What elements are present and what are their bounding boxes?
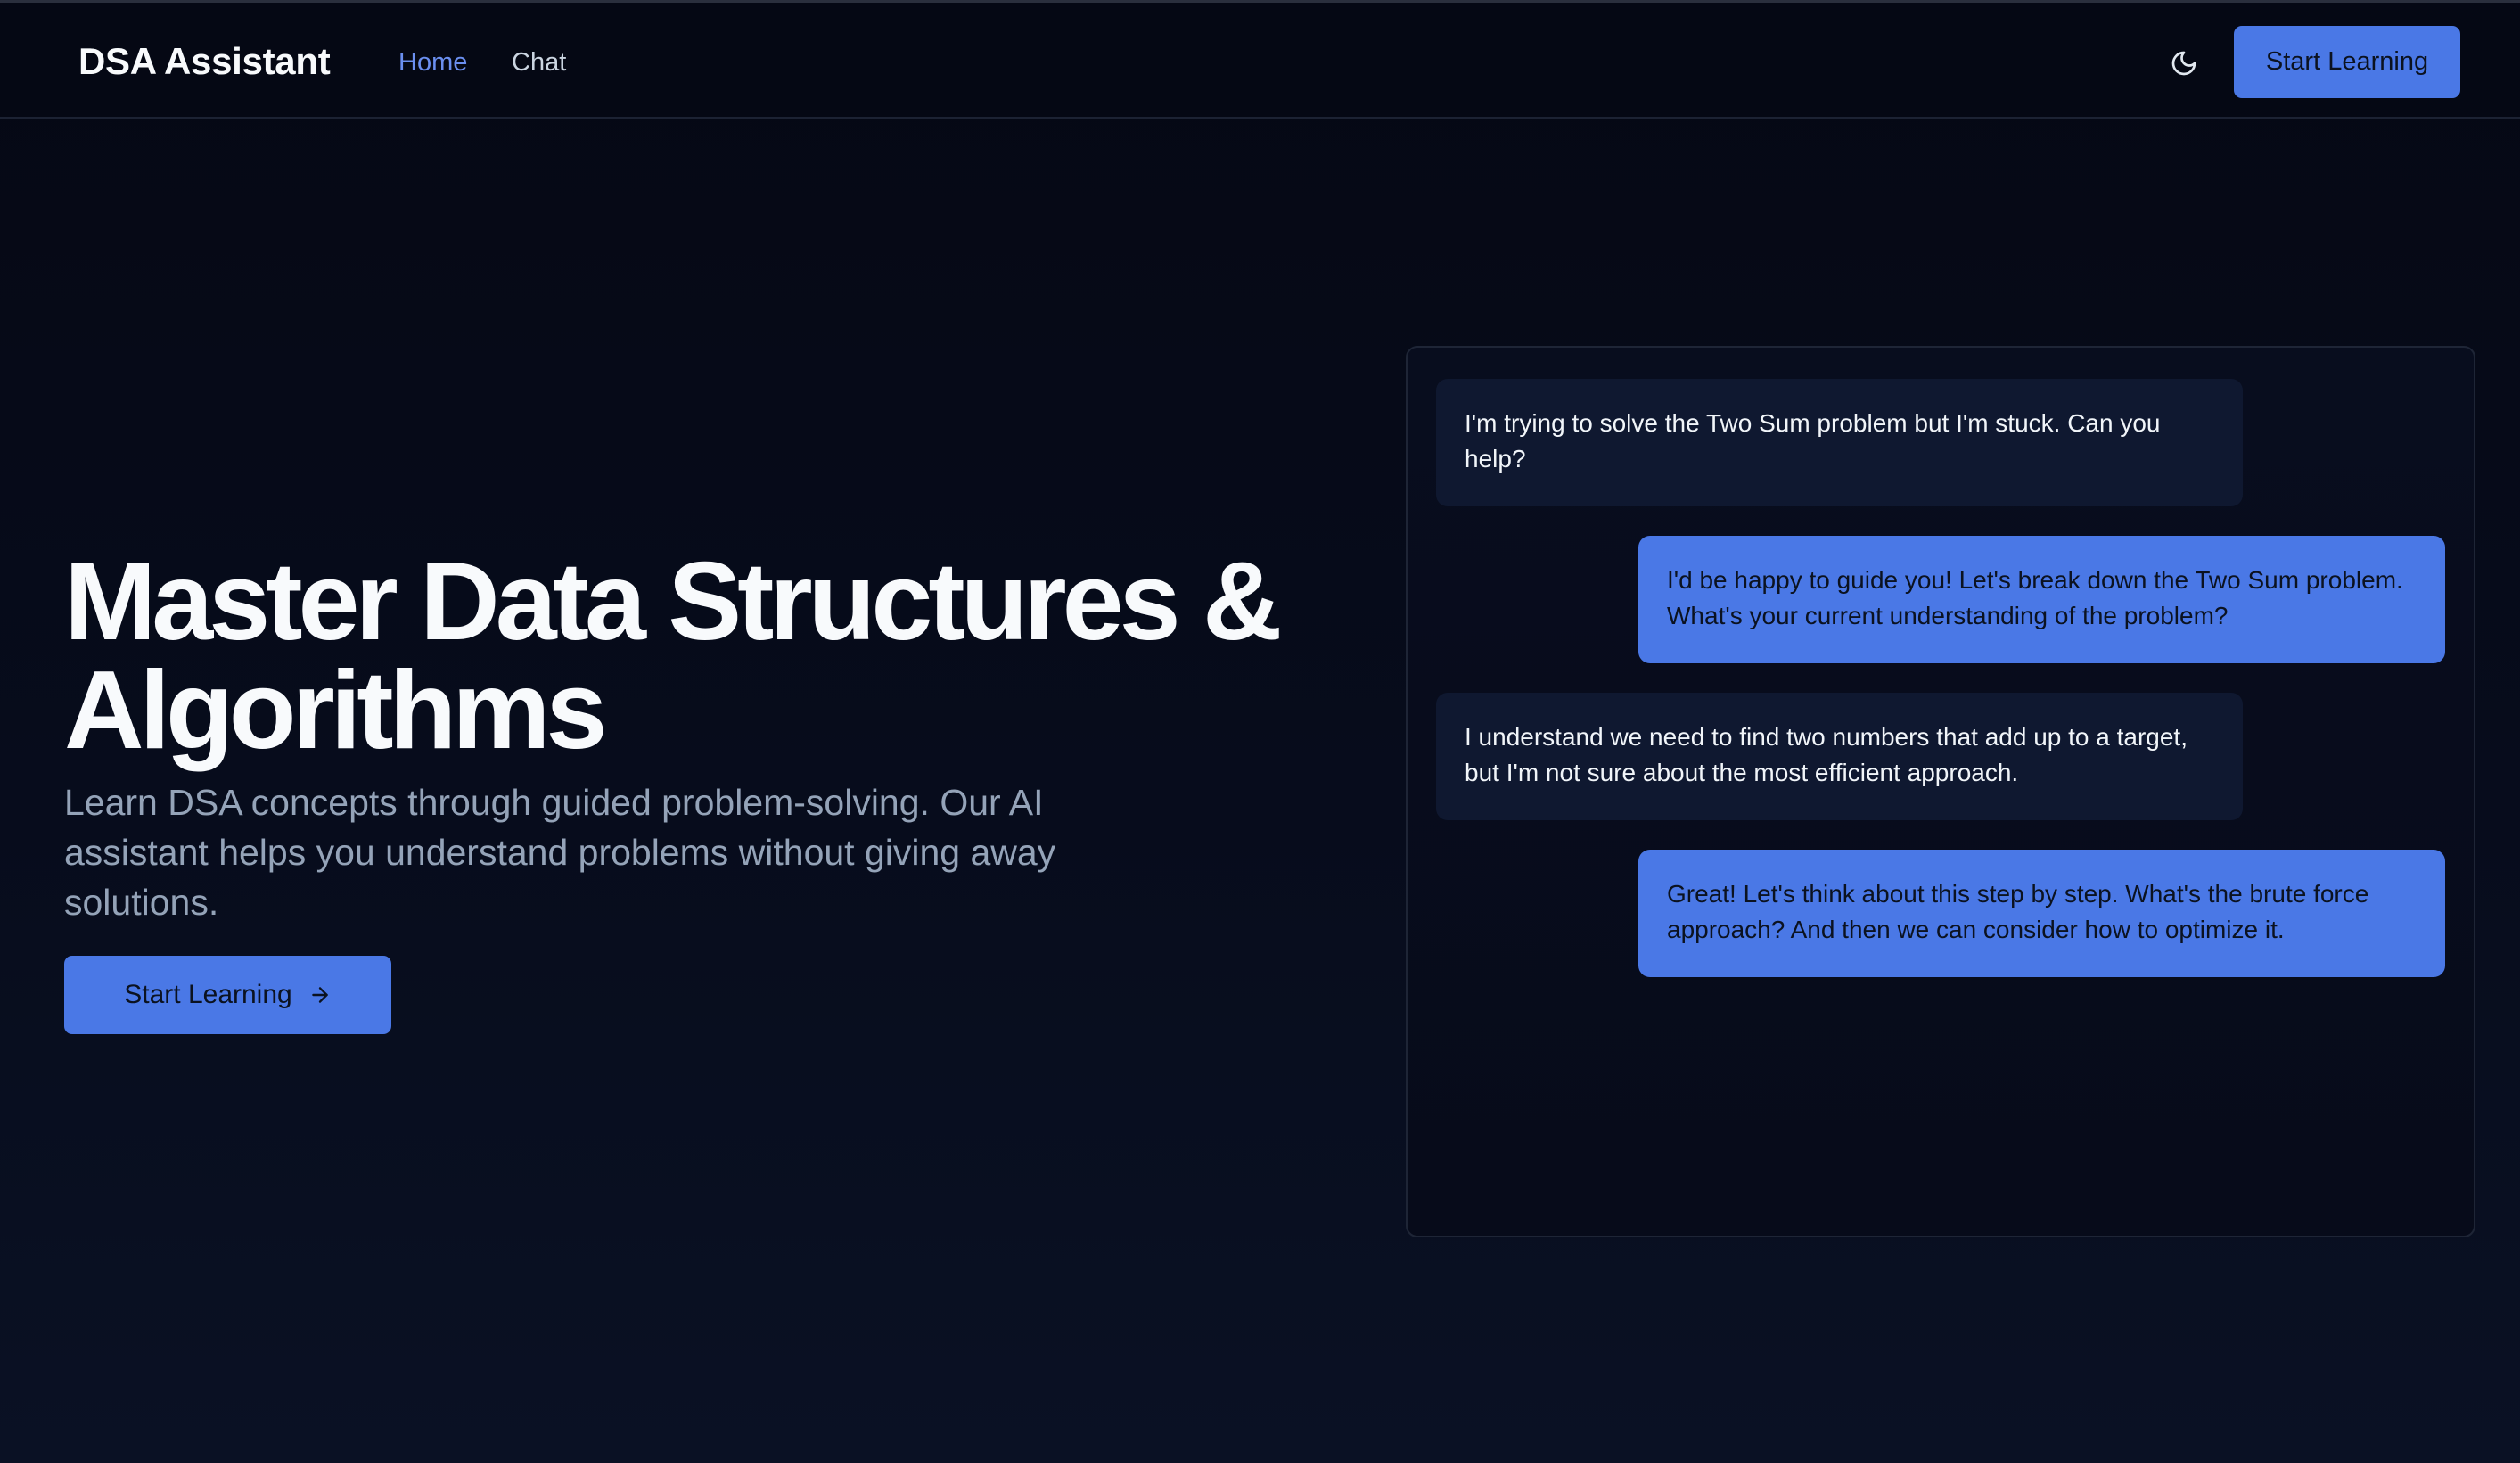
hero-start-learning-button[interactable]: Start Learning xyxy=(64,956,391,1034)
header-start-learning-button[interactable]: Start Learning xyxy=(2234,26,2460,98)
hero-title-line-2: Algorithms xyxy=(64,649,607,772)
hero-title-line-1: Master Data Structures & xyxy=(64,540,1283,663)
hero-cta-label: Start Learning xyxy=(124,980,292,1009)
hero-title: Master Data Structures & Algorithms xyxy=(64,547,1366,766)
top-navigation-bar: DSA Assistant Home Chat Start Learning xyxy=(0,0,2520,119)
nav-link-chat[interactable]: Chat xyxy=(512,44,566,81)
chat-message-user: I understand we need to find two numbers… xyxy=(1436,693,2243,820)
theme-toggle-button[interactable] xyxy=(2163,42,2205,85)
moon-icon xyxy=(2171,51,2196,76)
landing-page: DSA Assistant Home Chat Start Learning M… xyxy=(0,0,2520,1463)
nav-link-home[interactable]: Home xyxy=(398,44,467,81)
chat-message-assistant: Great! Let's think about this step by st… xyxy=(1638,850,2445,977)
chat-preview-panel: I'm trying to solve the Two Sum problem … xyxy=(1406,346,2475,1237)
hero-subtitle: Learn DSA concepts through guided proble… xyxy=(64,782,1056,923)
chat-message-user: I'm trying to solve the Two Sum problem … xyxy=(1436,379,2243,506)
arrow-right-icon xyxy=(308,983,332,1007)
brand-logo-text[interactable]: DSA Assistant xyxy=(78,37,331,86)
chat-message-assistant: I'd be happy to guide you! Let's break d… xyxy=(1638,536,2445,663)
